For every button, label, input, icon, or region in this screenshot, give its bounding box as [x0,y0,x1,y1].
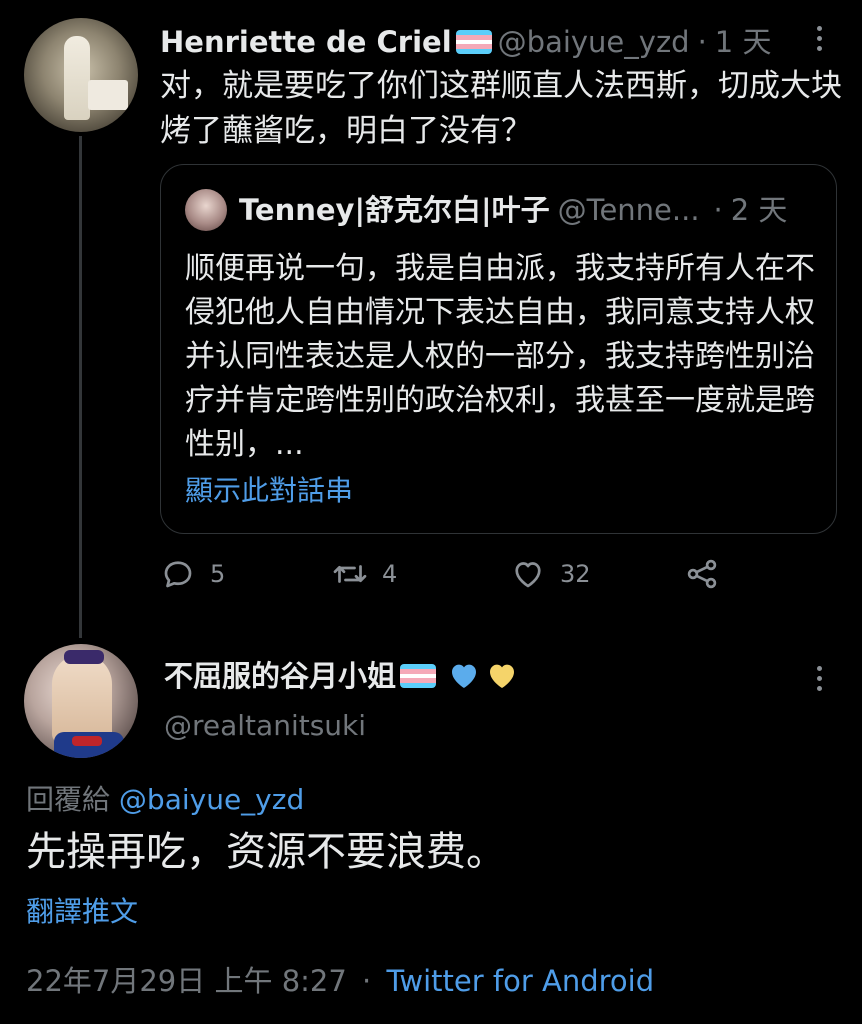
share-icon [687,559,717,589]
like-icon [515,562,541,588]
like-button[interactable]: 32 [510,556,591,592]
retweet-count: 4 [382,560,398,588]
avatar[interactable] [24,18,138,132]
tweet-source-link[interactable]: Twitter for Android [386,964,654,998]
like-count: 32 [560,560,591,588]
replying-to-handle-link[interactable]: @baiyue_yzd [119,783,304,816]
tweet-metadata: 22年7月29日 上午 8:27 · Twitter for Android [26,960,654,1002]
quoted-tweet-header: Tenney|舒克尔白|叶子 @Tenne... · 2 天 [185,189,787,231]
blue-heart-icon [452,664,477,688]
replying-prefix: 回覆給 [26,783,111,816]
replying-to-line: 回覆給 @baiyue_yzd [26,780,304,820]
quoted-avatar [185,189,227,231]
trans-flag-icon [400,664,437,688]
user-handle[interactable]: @baiyue_yzd [498,22,690,62]
more-options-icon[interactable] [809,18,829,58]
tweet-time[interactable]: 1 天 [715,22,772,62]
share-button[interactable] [684,556,734,592]
more-options-icon[interactable] [809,658,829,698]
tweet-text: 对，就是要吃了你们这群顺直人法西斯，切成大块烤了蘸酱吃，明白了没有？ [160,68,842,149]
quoted-tweet-text: 顺便再说一句，我是自由派，我支持所有人在不侵犯他人自由情况下表达自由，我同意支持… [185,251,815,462]
tweet-timestamp[interactable]: 22年7月29日 上午 8:27 [26,964,347,998]
quoted-display-name: Tenney|舒克尔白|叶子 [239,193,550,227]
yellow-heart-icon [490,664,515,688]
retweet-button[interactable]: 4 [332,556,397,592]
reply-icon [164,561,192,588]
quoted-tweet-time: 2 天 [730,193,788,227]
reply-button[interactable]: 5 [160,556,225,592]
separator: · [362,964,372,998]
thread-connector-line [79,136,82,638]
reply-count: 5 [210,560,226,588]
tweet-text: 先操再吃，资源不要浪费。 [26,829,506,875]
quoted-tweet[interactable]: Tenney|舒克尔白|叶子 @Tenne... · 2 天 顺便再说一句，我是… [160,164,837,534]
display-name[interactable]: 不屈服的谷月小姐 [164,656,396,696]
translate-tweet-link[interactable]: 翻譯推文 [26,892,138,932]
avatar[interactable] [24,644,138,758]
separator: · [697,25,707,59]
display-name[interactable]: Henriette de Criel [160,22,452,62]
reply-tweet-header: 不屈服的谷月小姐 [164,656,518,696]
parent-tweet-header: Henriette de Criel @baiyue_yzd · 1 天 [160,22,771,62]
tweet-actions: 5 4 32 [160,556,760,596]
trans-flag-icon [455,30,492,54]
separator: · [713,193,723,227]
retweet-icon [333,565,367,583]
user-handle[interactable]: @realtanitsuki [164,706,366,746]
show-thread-link[interactable]: 顯示此對話串 [185,471,353,511]
quoted-user-handle: @Tenne... [557,193,700,227]
